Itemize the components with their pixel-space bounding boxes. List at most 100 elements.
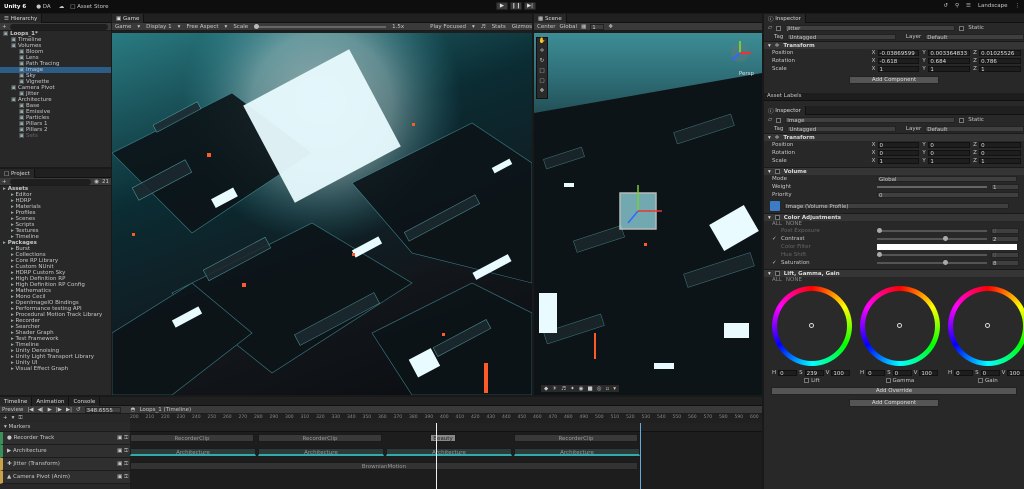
mute-track-icon[interactable]: ▣ — [117, 448, 122, 454]
eye-icon[interactable]: ◉ — [94, 179, 99, 185]
override-checkbox[interactable]: ✓ — [772, 235, 778, 243]
track-options-icon[interactable]: ▾ — [12, 415, 15, 421]
window-options-icon[interactable]: ⋮ — [1015, 3, 1021, 9]
move-tool-icon[interactable]: ✛ — [537, 48, 547, 58]
color-wheel[interactable] — [772, 285, 852, 366]
mute-track-icon[interactable]: ▣ — [117, 435, 122, 441]
tab-game[interactable]: ▣ Game — [112, 14, 145, 23]
tab-inspector-2[interactable]: ⓘ Inspector — [764, 106, 806, 115]
preview-toggle[interactable]: Preview — [2, 407, 23, 413]
tag-dropdown-1[interactable]: Untagged — [787, 34, 896, 41]
play-button[interactable]: ▶ — [496, 2, 508, 10]
scale-slider-handle[interactable] — [254, 23, 260, 29]
wheel-enable-checkbox[interactable] — [804, 378, 810, 383]
transform-rotation-z-field[interactable]: 0.786 — [979, 58, 1021, 65]
weight-slider[interactable] — [877, 186, 987, 188]
adjustment-value-field[interactable]: 0 — [991, 228, 1019, 235]
goto-start-icon[interactable]: |◀ — [27, 407, 33, 413]
audio-icon[interactable]: ♬ — [561, 386, 566, 392]
game-viewport[interactable] — [112, 33, 532, 395]
layout-dropdown[interactable]: Landscape — [978, 3, 1008, 9]
object-name-field-2[interactable]: Image — [785, 117, 956, 124]
color-filter-swatch[interactable] — [877, 244, 1017, 250]
grid-size-field[interactable]: 1 — [590, 23, 605, 31]
pivot-dropdown[interactable]: Center — [537, 24, 556, 30]
wheel-h-field[interactable]: 0 — [778, 369, 798, 377]
add-track-icon[interactable]: + — [3, 415, 8, 421]
lgg-none-button[interactable]: NONE — [786, 277, 802, 283]
track-header[interactable]: ● Recorder Track ▣ ⚿ — [0, 432, 130, 445]
tab-hierarchy[interactable]: ☰ Hierarchy — [0, 14, 43, 23]
transform-scale-x-field[interactable]: 1 — [877, 158, 920, 165]
activation-clip[interactable]: Architecture — [130, 448, 256, 456]
step-button[interactable]: ▶| — [524, 2, 536, 10]
color-wheel[interactable] — [860, 285, 940, 366]
track-header[interactable]: ✚ Jitter (Transform) ▣ ⚿ — [0, 458, 130, 471]
override-checkbox[interactable]: ✓ — [772, 259, 778, 267]
tab-project[interactable]: □ Project — [0, 169, 35, 178]
adjustment-slider[interactable] — [877, 252, 987, 257]
search-icon[interactable]: ⚲ — [955, 3, 959, 9]
wheel-v-field[interactable]: 100 — [831, 369, 851, 377]
unity-logo-title[interactable]: Unity 6 — [4, 4, 26, 10]
tag-dropdown-2[interactable]: Untagged — [787, 126, 896, 133]
activation-clip[interactable]: Architecture — [258, 448, 384, 456]
transform-rotation-y-field[interactable]: 0 — [928, 150, 971, 157]
static-checkbox-1[interactable] — [959, 25, 965, 31]
transform-scale-z-field[interactable]: 1 — [979, 158, 1021, 165]
snap-icon[interactable]: ❖ — [608, 24, 613, 30]
transform-scale-y-field[interactable]: 1 — [928, 158, 971, 165]
scene-viewport[interactable]: Persp ✋ ✛ ↻ □ ▢ ❖ ◆ ☀ ♬ ✦ ◉ ■ ◎ ▫ ▾ — [534, 33, 762, 395]
adjustment-value-field[interactable]: 8 — [991, 260, 1019, 267]
recorder-clip[interactable]: Beauty — [430, 434, 456, 442]
layers-icon[interactable]: ☰ — [966, 3, 971, 9]
space-dropdown[interactable]: Global — [560, 24, 578, 30]
display-dropdown[interactable]: Display 1 — [146, 24, 172, 30]
lock-track-icon[interactable]: ⚿ — [124, 435, 128, 442]
perspective-label[interactable]: Persp — [739, 71, 754, 77]
recorder-clip[interactable]: RecorderClip — [514, 434, 638, 442]
transform-scale-x-field[interactable]: 1 — [877, 66, 920, 73]
add-override-button[interactable]: Add Override — [771, 387, 1017, 395]
game-mode-dropdown[interactable]: Game — [115, 24, 131, 30]
color-wheel[interactable] — [948, 285, 1024, 366]
wheel-s-field[interactable]: 0 — [980, 369, 1000, 377]
color-adjustments-header[interactable]: ▾ Color Adjustments — [764, 213, 1024, 221]
transform-scale-y-field[interactable]: 1 — [928, 66, 971, 73]
hierarchy-search-input[interactable] — [9, 23, 108, 30]
goto-end-icon[interactable]: ▶| — [66, 407, 72, 413]
tab-animation[interactable]: Animation — [32, 397, 70, 406]
lighting-icon[interactable]: ☀ — [552, 386, 557, 392]
scale-slider[interactable] — [254, 23, 387, 29]
transform-rotation-x-field[interactable]: 0 — [877, 150, 920, 157]
play-focus-dropdown[interactable]: Play Focused — [430, 24, 466, 30]
undo-history-icon[interactable]: ↺ — [943, 3, 948, 9]
transform-position-y-field[interactable]: 0.003364833 — [928, 50, 971, 57]
priority-field[interactable]: 0 — [877, 192, 1019, 199]
lock-track-icon[interactable]: ⚿ — [124, 461, 128, 468]
transform-tool-icon[interactable]: ❖ — [537, 88, 547, 98]
overlay-menu-icon[interactable]: ▾ — [613, 386, 616, 392]
prev-frame-icon[interactable]: ◀| — [38, 407, 44, 413]
transform-header-1[interactable]: ▾ ✛ Transform — [764, 41, 1024, 49]
slider-handle[interactable] — [877, 252, 882, 257]
activation-clip[interactable]: Architecture — [514, 448, 640, 456]
object-name-field-1[interactable]: Jitter — [785, 25, 956, 32]
grid-icon[interactable]: ▦ — [581, 24, 586, 30]
transform-rotation-y-field[interactable]: 0.684 — [928, 58, 971, 65]
transform-position-x-field[interactable]: -0.03869599 — [877, 50, 920, 57]
frame-field[interactable]: 348.6555 — [84, 406, 121, 414]
volume-profile-field[interactable]: Image (Volume Profile) — [784, 203, 1009, 210]
recorder-clip[interactable]: RecorderClip — [258, 434, 382, 442]
slider-handle[interactable] — [943, 236, 948, 241]
wheel-h-field[interactable]: 0 — [954, 369, 974, 377]
active-checkbox-1[interactable] — [776, 25, 782, 31]
static-checkbox-2[interactable] — [959, 117, 965, 123]
transform-rotation-x-field[interactable]: -0.618 — [877, 58, 920, 65]
adjustment-slider[interactable] — [877, 228, 987, 233]
transform-rotation-z-field[interactable]: 0 — [979, 150, 1021, 157]
track-area[interactable]: RecorderClip RecorderClip Beauty RecorderCl… — [130, 423, 762, 489]
wheel-s-field[interactable]: 0 — [892, 369, 912, 377]
playhead[interactable] — [436, 423, 437, 489]
wheel-v-field[interactable]: 100 — [1007, 369, 1024, 377]
